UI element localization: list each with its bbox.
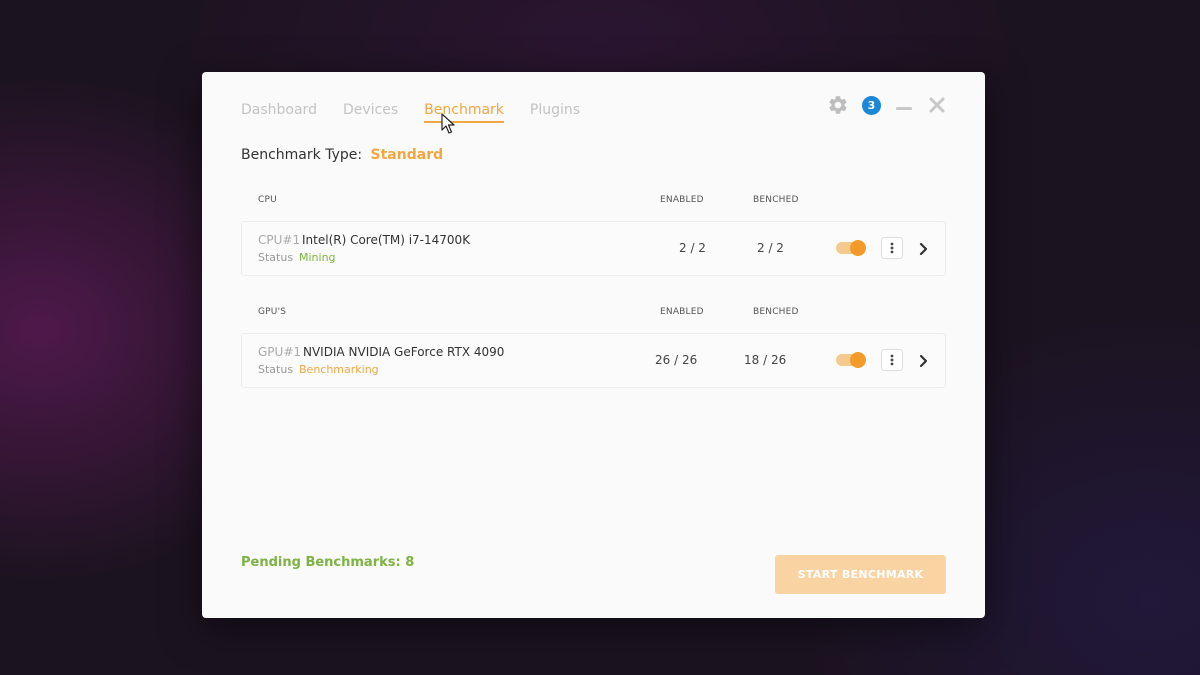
column-header-benched: BENCHED [753, 307, 799, 317]
status-label: Status [258, 363, 294, 376]
gear-icon[interactable] [827, 94, 849, 116]
more-vertical-icon [890, 242, 894, 254]
tab-dashboard[interactable]: Dashboard [241, 102, 317, 123]
more-vertical-icon [890, 354, 894, 366]
app-window: Dashboard Devices Benchmark Plugins 3 Be… [202, 72, 985, 618]
device-toggle[interactable] [836, 240, 866, 256]
more-options-button[interactable] [881, 237, 903, 259]
benchmark-type-value[interactable]: Standard [371, 147, 444, 163]
device-id: CPU#1 [258, 233, 301, 247]
column-header-enabled: ENABLED [660, 195, 704, 205]
toggle-knob [850, 352, 866, 368]
device-row-gpu-1[interactable]: GPU#1 NVIDIA NVIDIA GeForce RTX 4090 Sta… [241, 333, 946, 388]
enabled-count: 26 / 26 [655, 353, 698, 367]
more-options-button[interactable] [881, 349, 903, 371]
pending-benchmarks: Pending Benchmarks: 8 [241, 555, 415, 570]
benchmark-type: Benchmark Type: Standard [241, 147, 443, 163]
toggle-knob [850, 240, 866, 256]
device-id: GPU#1 [258, 345, 302, 359]
device-toggle[interactable] [836, 352, 866, 368]
notification-badge[interactable]: 3 [862, 95, 881, 115]
section-title-gpu: GPU'S [258, 307, 287, 317]
nav-tabs: Dashboard Devices Benchmark Plugins [241, 102, 606, 123]
status-value: Mining [299, 251, 336, 264]
close-icon[interactable] [927, 95, 947, 115]
minimize-icon[interactable] [894, 95, 914, 115]
benched-count: 18 / 26 [744, 353, 787, 367]
window-controls: 3 [814, 94, 947, 116]
device-row-cpu-1[interactable]: CPU#1 Intel(R) Core(TM) i7-14700K Status… [241, 221, 946, 276]
benched-count: 2 / 2 [757, 241, 784, 255]
chevron-right-icon[interactable] [919, 241, 929, 260]
column-header-benched: BENCHED [753, 195, 799, 205]
column-header-enabled: ENABLED [660, 307, 704, 317]
tab-benchmark[interactable]: Benchmark [424, 102, 504, 123]
status-label: Status [258, 251, 294, 264]
chevron-right-icon[interactable] [919, 353, 929, 372]
start-benchmark-button[interactable]: START BENCHMARK [775, 555, 946, 594]
status-value: Benchmarking [299, 363, 379, 376]
enabled-count: 2 / 2 [679, 241, 706, 255]
section-title-cpu: CPU [258, 195, 277, 205]
device-name: NVIDIA NVIDIA GeForce RTX 4090 [303, 345, 505, 359]
mouse-cursor-icon [441, 113, 455, 134]
tab-devices[interactable]: Devices [343, 102, 398, 123]
tab-plugins[interactable]: Plugins [530, 102, 580, 123]
benchmark-type-label: Benchmark Type: [241, 147, 363, 163]
device-name: Intel(R) Core(TM) i7-14700K [302, 233, 471, 247]
